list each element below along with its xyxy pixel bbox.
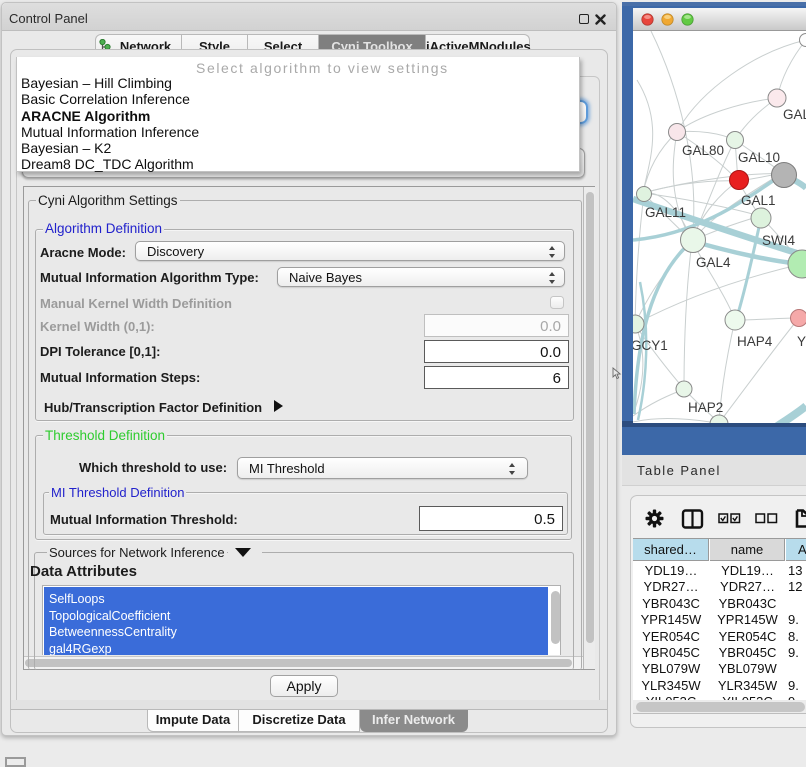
svg-text:GAL80: GAL80	[682, 143, 724, 158]
svg-text:GAL7: GAL7	[783, 107, 806, 122]
svg-text:GAL1: GAL1	[741, 193, 776, 208]
svg-text:SWI4: SWI4	[762, 233, 795, 248]
svg-text:GAL4: GAL4	[696, 255, 731, 270]
svg-text:GCY1: GCY1	[633, 338, 668, 353]
svg-text:HAP2: HAP2	[688, 400, 723, 415]
svg-text:GAL11: GAL11	[645, 205, 686, 220]
svg-text:Y: Y	[797, 334, 806, 349]
svg-text:HAP4: HAP4	[737, 334, 773, 349]
svg-text:GAL10: GAL10	[738, 150, 780, 165]
